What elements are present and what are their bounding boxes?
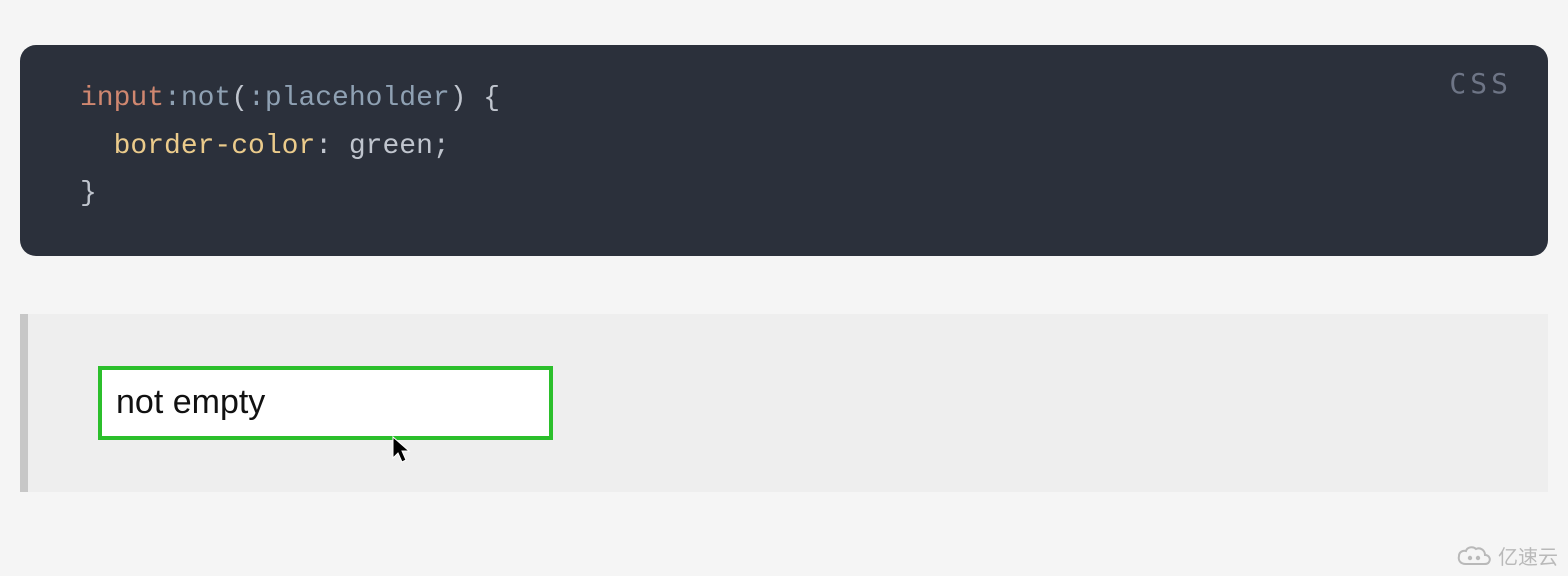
code-language-label: CSS [1449, 67, 1512, 100]
cloud-icon [1456, 544, 1492, 568]
code-block: CSS input:not(:placeholder) { border-col… [20, 45, 1548, 256]
watermark: 亿速云 [1456, 541, 1558, 570]
code-token-colon: : [315, 131, 332, 162]
code-token-punc: ( [231, 83, 248, 114]
watermark-text: 亿速云 [1498, 541, 1558, 570]
demo-input[interactable] [98, 366, 553, 440]
code-token-brace-close: } [80, 178, 97, 209]
code-token-value: green [332, 131, 433, 162]
code-token-property: border-color [114, 131, 316, 162]
code-token-semicolon: ; [433, 131, 450, 162]
code-token-pseudo-inner: :placeholder [248, 83, 450, 114]
code-token-selector: input [80, 83, 164, 114]
code-token-pseudo: :not [164, 83, 231, 114]
code-token-brace: { [467, 83, 501, 114]
code-content: input:not(:placeholder) { border-color: … [80, 75, 1488, 218]
code-indent [80, 131, 114, 162]
demo-block [20, 314, 1548, 492]
code-token-punc: ) [450, 83, 467, 114]
